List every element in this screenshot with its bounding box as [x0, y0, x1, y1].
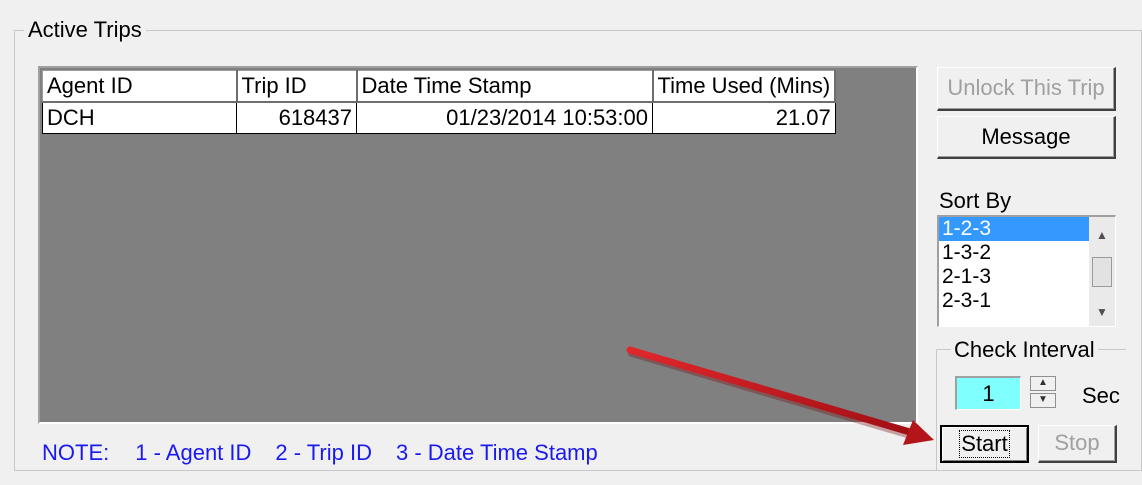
note-item-agent-id: 1 - Agent ID — [135, 440, 252, 465]
start-button-label: Start — [959, 430, 1010, 458]
column-header-trip-id[interactable]: Trip ID — [236, 70, 358, 103]
note-item-trip-id: 2 - Trip ID — [275, 440, 372, 465]
active-trips-window: Active Trips Agent ID Trip ID Date Time … — [0, 0, 1142, 485]
unlock-trip-button[interactable]: Unlock This Trip — [937, 67, 1116, 111]
cell-time-used[interactable]: 21.07 — [652, 101, 836, 134]
spin-up-arrow-icon[interactable]: ▲ — [1030, 376, 1056, 391]
sort-note: NOTE: 1 - Agent ID 2 - Trip ID 3 - Date Tim… — [42, 440, 598, 466]
sort-by-listbox[interactable]: 1-2-3 1-3-2 2-1-3 2-3-1 ▲ ▼ — [937, 215, 1116, 327]
stop-button[interactable]: Stop — [1038, 425, 1117, 463]
interval-field[interactable] — [955, 376, 1021, 410]
scroll-down-arrow-icon[interactable]: ▼ — [1089, 300, 1115, 324]
table-row[interactable]: DCH 618437 01/23/2014 10:53:00 21.07 — [42, 101, 836, 134]
column-header-date-time-stamp[interactable]: Date Time Stamp — [356, 70, 654, 103]
cell-agent-id[interactable]: DCH — [42, 101, 237, 134]
note-item-date-time-stamp: 3 - Date Time Stamp — [396, 440, 598, 465]
sort-options: 1-2-3 1-3-2 2-1-3 2-3-1 — [939, 217, 1089, 313]
active-trips-title: Active Trips — [24, 17, 146, 43]
trips-grid[interactable]: Agent ID Trip ID Date Time Stamp Time Us… — [38, 66, 918, 424]
interval-spinner[interactable]: ▲ ▼ — [1030, 376, 1058, 410]
message-button[interactable]: Message — [937, 116, 1116, 159]
sort-option-1-2-3[interactable]: 1-2-3 — [939, 217, 1089, 241]
sort-option-2-3-1[interactable]: 2-3-1 — [939, 289, 1089, 313]
grid-header-row: Agent ID Trip ID Date Time Stamp Time Us… — [42, 70, 837, 103]
sort-option-1-3-2[interactable]: 1-3-2 — [939, 241, 1089, 265]
sort-by-label: Sort By — [939, 188, 1012, 213]
interval-unit-label: Sec — [1082, 383, 1120, 408]
start-button[interactable]: Start — [940, 425, 1029, 463]
note-prefix: NOTE: — [42, 440, 110, 465]
column-header-agent-id[interactable]: Agent ID — [42, 70, 238, 103]
cell-date-time-stamp[interactable]: 01/23/2014 10:53:00 — [356, 101, 653, 134]
cell-trip-id[interactable]: 618437 — [236, 101, 357, 134]
scroll-thumb[interactable] — [1092, 257, 1112, 287]
sort-scrollbar[interactable]: ▲ ▼ — [1089, 217, 1115, 326]
trips-table: Agent ID Trip ID Date Time Stamp Time Us… — [42, 70, 837, 134]
spin-down-arrow-icon[interactable]: ▼ — [1030, 393, 1056, 408]
scroll-up-arrow-icon[interactable]: ▲ — [1089, 223, 1115, 247]
column-header-time-used[interactable]: Time Used (Mins) — [652, 70, 837, 103]
check-interval-title: Check Interval — [951, 337, 1098, 363]
sort-option-2-1-3[interactable]: 2-1-3 — [939, 265, 1089, 289]
